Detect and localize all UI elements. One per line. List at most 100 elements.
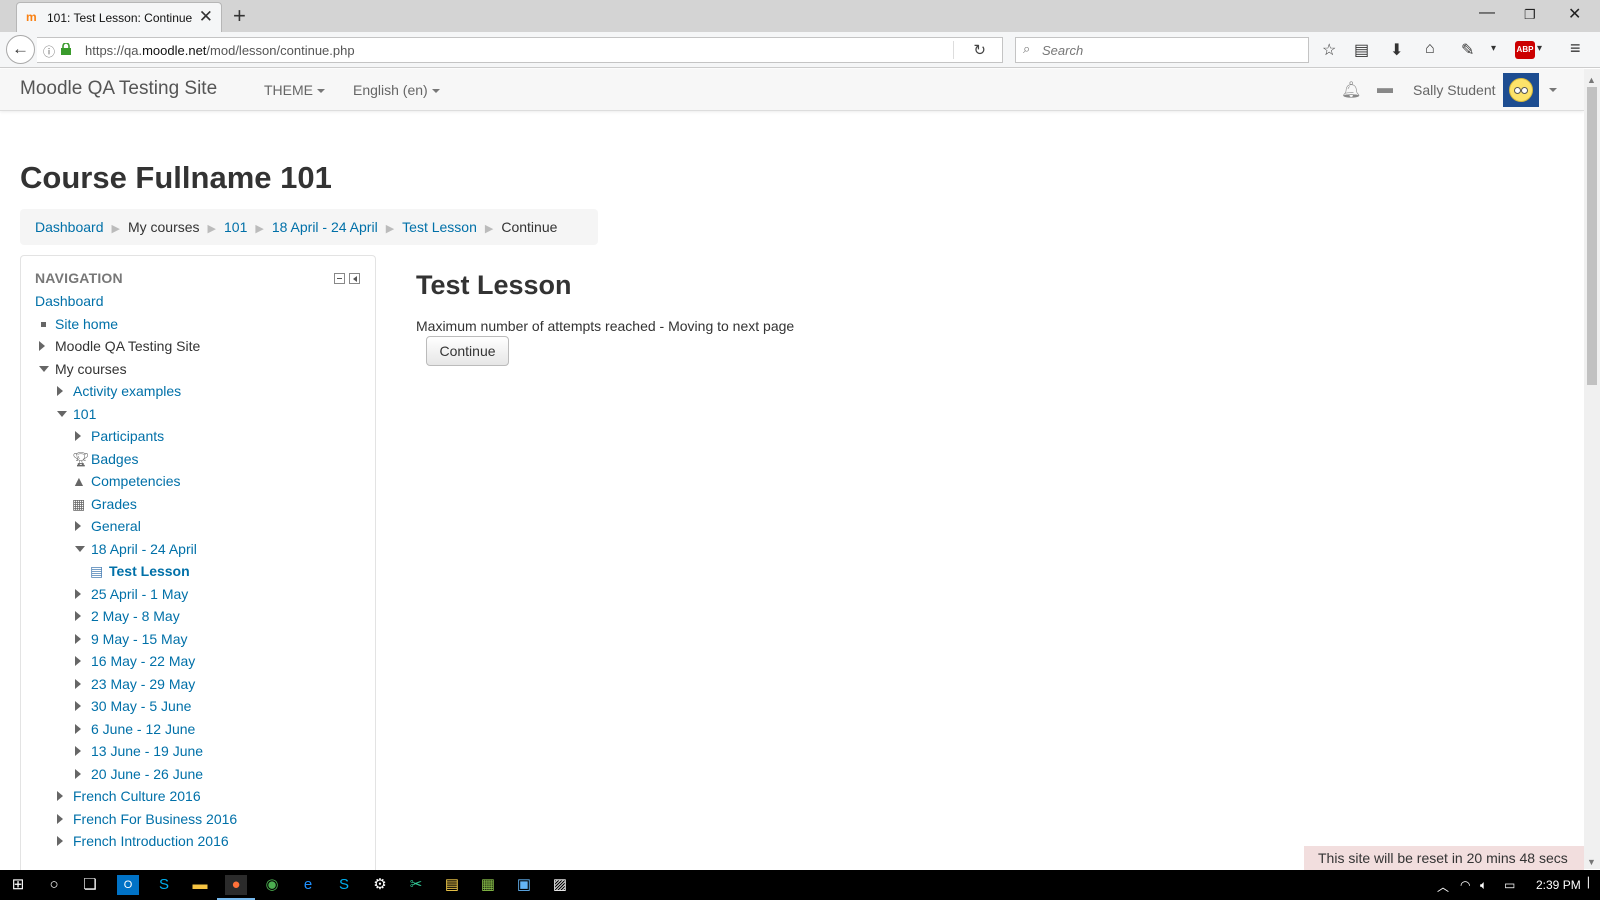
nav-item[interactable]: 🏆︎ Badges [21,449,371,469]
nav-item[interactable]: 25 April - 1 May [21,584,371,604]
nav-item[interactable]: 20 June - 26 June [21,764,371,784]
back-arrow-icon[interactable]: ← [6,35,35,64]
skype-icon[interactable]: S [153,875,175,895]
cortana-search-icon[interactable]: ○ [43,875,65,895]
nav-item[interactable]: 101 [21,404,371,424]
nav-item[interactable]: 9 May - 15 May [21,629,371,649]
hamburger-menu-icon[interactable]: ≡ [1570,38,1581,59]
skype-business-icon[interactable]: S [333,875,355,895]
reload-icon[interactable]: ↻ [973,41,986,59]
windows-start-icon[interactable]: ⊞ [7,875,29,895]
browser-search-input[interactable]: ⌕ Search [1015,37,1309,63]
nav-item[interactable]: 2 May - 8 May [21,606,371,626]
nav-item[interactable]: 6 June - 12 June [21,719,371,739]
info-icon[interactable]: ⓘ [43,43,55,60]
expand-arrow-icon[interactable] [75,521,81,531]
expand-arrow-icon[interactable] [75,701,81,711]
nav-item[interactable]: 16 May - 22 May [21,651,371,671]
expand-arrow-icon[interactable] [75,431,81,441]
nav-item-label[interactable]: 16 May - 22 May [91,651,195,671]
nav-item[interactable]: ▲ Competencies [21,471,371,491]
nav-item-label[interactable]: Test Lesson [109,561,190,581]
tray-chevron-up-icon[interactable]: ︿ [1437,878,1449,895]
nav-item-label[interactable]: 9 May - 15 May [91,629,187,649]
dock-block-icon[interactable] [349,273,360,284]
nav-item[interactable]: Activity examples [21,381,371,401]
expand-arrow-icon[interactable] [57,791,63,801]
nav-item-label[interactable]: Site home [55,314,118,334]
nav-item[interactable]: Moodle QA Testing Site [21,336,371,356]
nav-item[interactable]: Site home [21,314,371,334]
nav-item[interactable]: General [21,516,371,536]
user-name[interactable]: Sally Student [1413,82,1496,98]
notifications-bell-icon[interactable]: 🔔︎ [1341,80,1361,100]
nav-item[interactable]: Participants [21,426,371,446]
nav-item-label[interactable]: 18 April - 24 April [91,539,197,559]
minimize-window-icon[interactable]: — [1479,4,1495,22]
nav-item[interactable]: French Introduction 2016 [21,831,371,851]
settings-gear-icon[interactable]: ⚙ [369,875,391,895]
nav-item-label[interactable]: French Introduction 2016 [73,831,229,851]
nav-item-label[interactable]: 6 June - 12 June [91,719,195,739]
bookmark-star-icon[interactable]: ☆ [1322,40,1336,60]
nav-item[interactable]: ▦ Grades [21,494,371,514]
nav-item[interactable]: 13 June - 19 June [21,741,371,761]
new-tab-icon[interactable]: + [233,3,246,29]
expand-arrow-icon[interactable] [75,723,81,734]
nav-item[interactable]: 23 May - 29 May [21,674,371,694]
file-explorer-icon[interactable]: ▬ [189,875,211,895]
messages-chat-icon[interactable]: ▬ [1377,80,1393,98]
breadcrumb-item[interactable]: 18 April - 24 April [272,219,378,235]
edge-icon[interactable]: e [297,875,319,895]
chrome-icon[interactable]: ◉ [261,875,283,895]
nav-item-label[interactable]: Participants [91,426,164,446]
collapse-arrow-icon[interactable] [57,410,67,417]
remote-desktop-icon[interactable]: ▣ [513,875,535,895]
continue-button[interactable]: Continue [426,336,509,366]
home-icon[interactable]: ⌂ [1425,40,1435,58]
expand-arrow-icon[interactable] [75,633,81,644]
scroll-up-icon[interactable]: ▲ [1587,75,1596,85]
wifi-icon[interactable]: ◠ [1460,878,1470,892]
expand-arrow-icon[interactable] [75,768,81,779]
nav-item-label[interactable]: 20 June - 26 June [91,764,203,784]
volume-icon[interactable]: 🔈︎ [1480,878,1487,893]
nav-item-label[interactable]: 25 April - 1 May [91,584,188,604]
expand-arrow-icon[interactable] [75,656,81,666]
snipping-tool-icon[interactable]: ✂ [405,875,427,895]
restore-window-icon[interactable]: ❐ [1524,7,1536,23]
avatar[interactable] [1503,73,1539,107]
action-center-icon[interactable]: ▭ [1504,878,1515,892]
nav-item[interactable]: French For Business 2016 [21,809,371,829]
adblock-plus-icon[interactable]: ABP [1515,41,1535,59]
expand-arrow-icon[interactable] [57,813,63,824]
language-menu[interactable]: English (en) [353,82,440,98]
nav-item-label[interactable]: Grades [91,494,137,514]
site-brand[interactable]: Moodle QA Testing Site [20,78,217,100]
expand-arrow-icon[interactable] [57,386,63,396]
nav-item[interactable]: Dashboard [21,291,371,311]
collapse-arrow-icon[interactable] [75,545,85,552]
nav-item-label[interactable]: 30 May - 5 June [91,696,191,716]
extension-dropdown-icon[interactable]: ▾ [1491,43,1496,54]
nav-item[interactable]: ▤ Test Lesson [21,561,371,581]
app-icon[interactable]: ▦ [477,875,499,895]
theme-menu[interactable]: THEME [264,82,325,98]
breadcrumb-item[interactable]: Dashboard [35,219,104,235]
extension-icon[interactable]: ✎ [1461,40,1474,60]
nav-item-label[interactable]: Dashboard [35,291,104,311]
close-tab-icon[interactable]: ✕ [199,7,213,27]
breadcrumb-item[interactable]: 101 [224,219,247,235]
close-window-icon[interactable]: ✕ [1568,4,1581,24]
nav-item-label[interactable]: Badges [91,449,138,469]
nav-item[interactable]: 30 May - 5 June [21,696,371,716]
nav-item-label[interactable]: General [91,516,141,536]
firefox-icon[interactable]: ● [217,875,255,900]
user-menu-chevron-icon[interactable] [1549,88,1557,92]
nav-item-label[interactable]: 23 May - 29 May [91,674,195,694]
notepad-icon[interactable]: ▤ [441,875,463,895]
nav-item-label[interactable]: 101 [73,404,96,424]
breadcrumb-item[interactable]: Test Lesson [402,219,477,235]
taskbar-clock[interactable]: 2:39 PM [1536,878,1581,892]
nav-item[interactable]: My courses [21,359,371,379]
